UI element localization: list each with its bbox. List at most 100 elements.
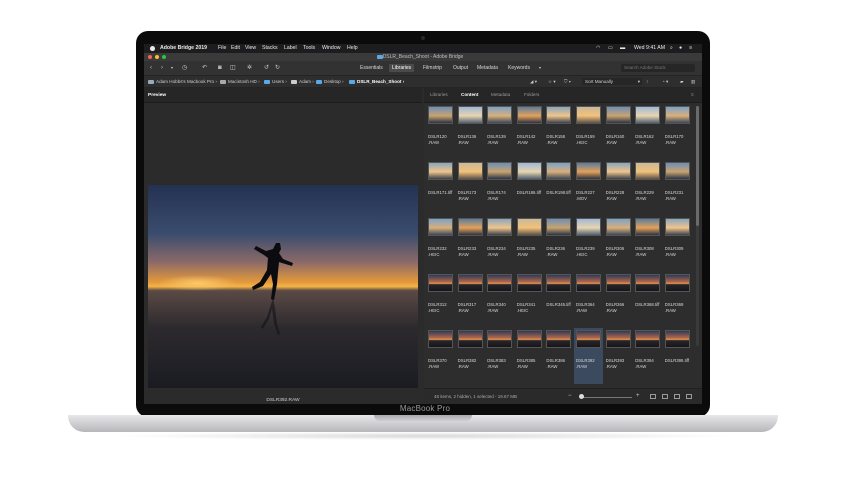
breadcrumb-users[interactable]: Users › xyxy=(264,78,287,85)
thumbnail-image[interactable] xyxy=(428,162,453,180)
thumbnail-item[interactable]: DSLR312 .HEIC xyxy=(426,272,455,328)
thumbnail-image[interactable] xyxy=(487,330,513,348)
menu-stacks[interactable]: Stacks xyxy=(262,44,278,53)
thumbnail-item[interactable]: DSLR369 .RAW xyxy=(663,272,692,328)
trash-icon[interactable]: ▥ xyxy=(691,78,695,85)
apple-logo-icon[interactable] xyxy=(150,46,155,51)
filter-icon[interactable]: ⛉ ▾ xyxy=(564,78,571,85)
menu-edit[interactable]: Edit xyxy=(231,44,240,53)
minimize-button[interactable] xyxy=(155,55,159,59)
thumbnail-image[interactable] xyxy=(516,162,542,180)
thumbnail-item[interactable]: DSLR158 .RAW xyxy=(544,104,573,160)
thumbnail-image[interactable] xyxy=(664,106,690,124)
airplay-icon[interactable]: ▭ xyxy=(608,44,613,53)
battery-icon[interactable]: ▬ xyxy=(620,44,625,53)
breadcrumb-adam[interactable]: Adam › xyxy=(291,78,314,85)
thumbnail-item[interactable]: DSLR239 .HEIC xyxy=(574,216,603,272)
thumbnail-item[interactable]: DSLR393 .RAW xyxy=(604,328,633,384)
sort-dropdown[interactable]: Sort Manually ▾ xyxy=(582,78,642,85)
thumbnail-item[interactable]: DSLR368.tiff xyxy=(633,272,662,328)
user-icon[interactable]: ● xyxy=(679,44,682,53)
thumbnail-image[interactable] xyxy=(605,330,631,348)
grid-view-icon[interactable] xyxy=(662,394,668,399)
thumbnail-image[interactable] xyxy=(635,218,661,236)
thumbnail-image[interactable] xyxy=(546,162,572,180)
tab-libraries[interactable]: Libraries xyxy=(430,91,448,99)
zoom-in-icon[interactable]: + xyxy=(636,393,640,400)
thumbnail-image[interactable] xyxy=(635,330,661,348)
thumbnail-image[interactable] xyxy=(605,218,631,236)
details-view-icon[interactable] xyxy=(674,394,680,399)
thumbnail-item[interactable]: DSLR228 .RAW xyxy=(604,160,633,216)
thumbnail-image[interactable] xyxy=(516,274,542,292)
open-recent-icon[interactable]: ✲ xyxy=(247,64,252,72)
thumbnail-image[interactable] xyxy=(576,330,601,348)
menu-clock[interactable]: Wed 9:41 AM xyxy=(634,44,665,53)
thumbnail-image[interactable] xyxy=(635,106,661,124)
menu-file[interactable]: File xyxy=(218,44,226,53)
wifi-icon[interactable]: ◠ xyxy=(596,44,600,53)
thumbnail-item[interactable]: DSLR236 .RAW xyxy=(544,216,573,272)
workspace-keywords[interactable]: Keywords xyxy=(505,64,533,72)
thumbnail-image[interactable] xyxy=(428,330,453,348)
list-view-icon[interactable] xyxy=(686,394,692,399)
breadcrumb-computer[interactable]: Adam Hobbs's Macbook Pro › xyxy=(148,78,217,85)
boomerang-icon[interactable]: ↶ xyxy=(202,64,207,72)
thumbnail-image[interactable] xyxy=(635,274,661,292)
thumbnail-image[interactable] xyxy=(457,330,483,348)
thumbnail-item[interactable]: DSLR120 .RAW xyxy=(426,104,455,160)
workspace-metadata[interactable]: Metadata xyxy=(474,64,501,72)
thumbnail-item[interactable]: DSLR231 .RAW xyxy=(663,160,692,216)
panel-menu-icon[interactable]: ≡ xyxy=(691,91,694,99)
workspace-libraries[interactable]: Libraries xyxy=(389,64,415,72)
thumbnail-image[interactable] xyxy=(576,218,601,236)
workspace-output[interactable]: Output xyxy=(450,64,471,72)
thumbnail-item[interactable]: DSLR198.tiff xyxy=(544,160,573,216)
menu-tools[interactable]: Tools xyxy=(303,44,315,53)
thumbnail-image[interactable] xyxy=(457,106,483,124)
camera-import-icon[interactable]: ◙ xyxy=(218,64,222,72)
thumbnail-item[interactable]: DSLR341 .HEIC xyxy=(515,272,544,328)
zoom-button[interactable] xyxy=(162,55,166,59)
thumbnail-item[interactable]: DSLR386 .RAW xyxy=(544,328,573,384)
thumbnail-image[interactable] xyxy=(516,218,542,236)
thumbnail-image[interactable] xyxy=(605,162,631,180)
quality-icon[interactable]: ◢ ▾ xyxy=(530,78,537,85)
thumbnail-item[interactable]: DSLR382 .RAW xyxy=(456,328,485,384)
thumbnail-image[interactable] xyxy=(516,330,542,348)
zoom-out-icon[interactable]: − xyxy=(568,393,572,400)
open-recent-file-icon[interactable]: ◔ ▾ xyxy=(662,78,668,85)
thumbnail-image[interactable] xyxy=(428,106,453,124)
thumbnail-image[interactable] xyxy=(664,162,690,180)
thumbnail-item[interactable]: DSLR308 .RAW xyxy=(633,216,662,272)
menu-help[interactable]: Help xyxy=(347,44,358,53)
thumbnail-item[interactable]: DSLR366 .RAW xyxy=(604,272,633,328)
workspace-filmstrip[interactable]: Filmstrip xyxy=(420,64,445,72)
thumbnail-image[interactable] xyxy=(664,274,690,292)
thumbnail-item[interactable]: DSLR160 .RAW xyxy=(604,104,633,160)
thumbnail-item[interactable]: DSLR186.tiff xyxy=(515,160,544,216)
thumbnail-item[interactable]: DSLR170 .RAW xyxy=(663,104,692,160)
thumbnail-item[interactable]: DSLR234 .RAW xyxy=(485,216,514,272)
search-icon[interactable]: ⌕ xyxy=(670,44,673,53)
thumbnail-image[interactable] xyxy=(664,218,690,236)
thumbnail-image[interactable] xyxy=(457,162,483,180)
new-folder-icon[interactable]: ▰ xyxy=(680,78,684,85)
thumbnail-item[interactable]: DSLR142 .RAW xyxy=(515,104,544,160)
thumbnail-image[interactable] xyxy=(546,106,572,124)
tab-content[interactable]: Content xyxy=(461,91,478,99)
search-adobe-stock-input[interactable]: Search Adobe Stock xyxy=(621,64,695,72)
tab-preview[interactable]: Preview xyxy=(148,92,166,100)
forward-icon[interactable]: › xyxy=(161,64,163,72)
thumbnail-item[interactable]: DSLR317 .RAW xyxy=(456,272,485,328)
thumbnail-image[interactable] xyxy=(664,330,690,348)
list-icon[interactable]: ≡ xyxy=(689,44,692,53)
thumbnail-item[interactable]: DSLR174 .RAW xyxy=(485,160,514,216)
thumbnail-item[interactable]: DSLR340 .RAW xyxy=(485,272,514,328)
thumbnail-image[interactable] xyxy=(635,162,661,180)
scrollbar-thumb[interactable] xyxy=(696,106,699,226)
thumbnail-image[interactable] xyxy=(546,274,572,292)
thumbnail-item[interactable]: DSLR364 .RAW xyxy=(574,272,603,328)
thumbnail-item[interactable]: DSLR227 .MOV xyxy=(574,160,603,216)
thumbnail-image[interactable] xyxy=(605,274,631,292)
